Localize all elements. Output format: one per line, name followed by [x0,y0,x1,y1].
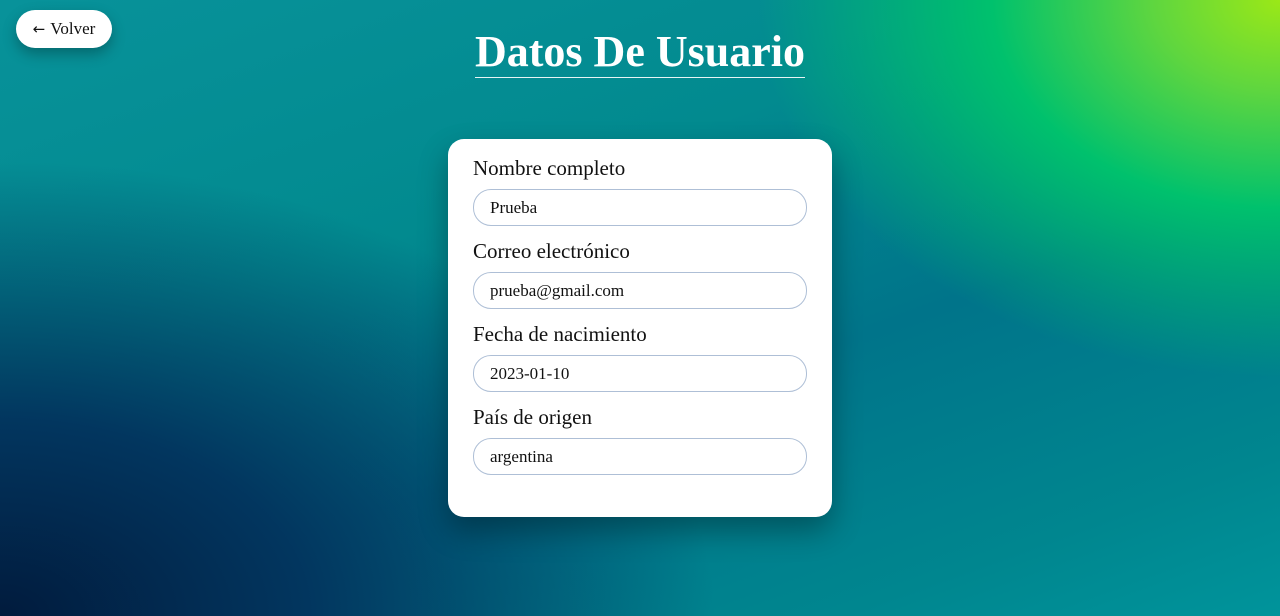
full-name-label: Nombre completo [473,156,626,180]
full-name-group: Nombre completo [473,155,807,226]
birth-date-input[interactable] [473,355,807,392]
country-label: País de origen [473,405,592,429]
user-data-card: Nombre completo Correo electrónico Fecha… [448,139,832,517]
country-group: País de origen [473,404,807,475]
back-button[interactable]: ← Volver [16,10,112,48]
birth-date-group: Fecha de nacimiento [473,321,807,392]
page-title: Datos De Usuario [475,27,805,78]
email-input[interactable] [473,272,807,309]
email-label: Correo electrónico [473,239,630,263]
country-input[interactable] [473,438,807,475]
left-arrow-icon: ← [32,20,46,38]
email-group: Correo electrónico [473,238,807,309]
birth-date-label: Fecha de nacimiento [473,322,647,346]
back-button-label: Volver [50,19,96,38]
full-name-input[interactable] [473,189,807,226]
